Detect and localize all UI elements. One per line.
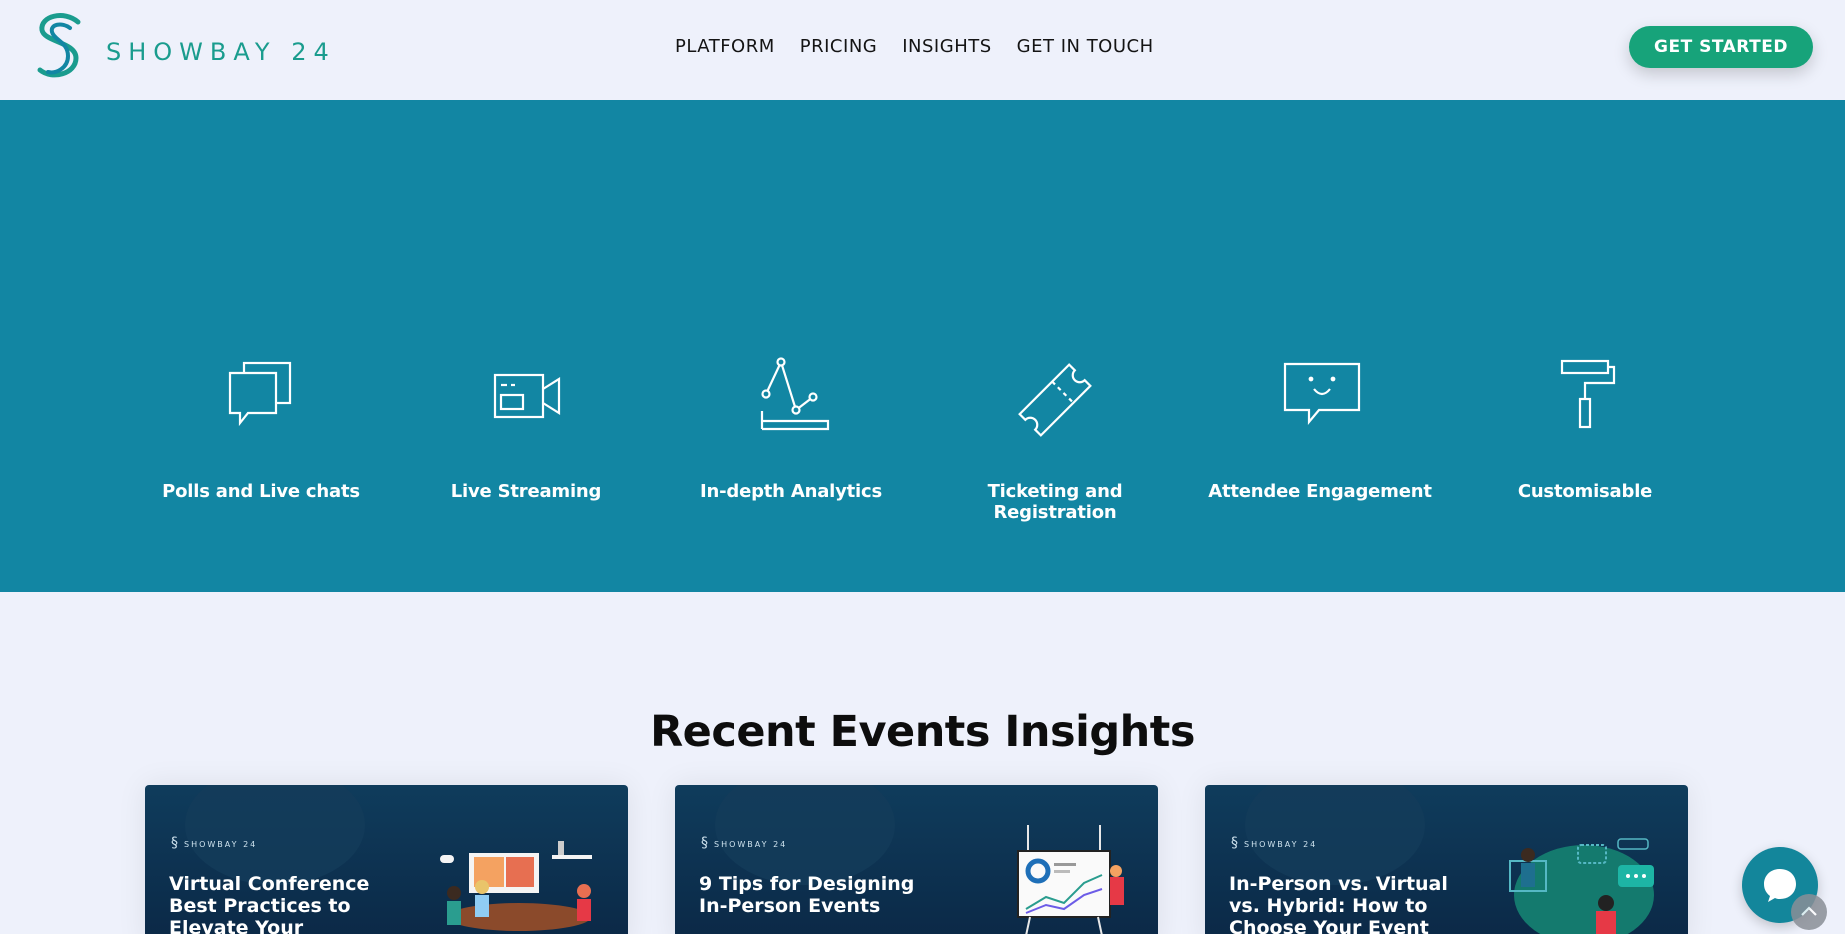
scroll-to-top-button[interactable]	[1791, 894, 1827, 930]
nav-get-in-touch[interactable]: GET IN TOUCH	[1017, 36, 1154, 57]
card-title: 9 Tips for Designing In-Person Events	[699, 873, 915, 917]
feature-label: Customisable	[1517, 481, 1653, 502]
nav-pricing[interactable]: PRICING	[800, 36, 877, 57]
hybrid-event-illustration-icon	[1509, 838, 1654, 934]
nav-insights[interactable]: INSIGHTS	[902, 36, 991, 57]
card-title: Virtual Conference Best Practices to Ele…	[169, 873, 370, 934]
site-header: SHOWBAY 24 PLATFORM PRICING INSIGHTS GET…	[0, 0, 1845, 100]
analytics-icon	[760, 357, 830, 431]
feature-label: Attendee Engagement	[1208, 481, 1432, 502]
brand-s-icon: §	[1231, 835, 1240, 851]
ticket-icon	[1018, 363, 1092, 437]
card-brand: § SHOWBAY 24	[701, 835, 788, 851]
feature-label: Polls and Live chats	[162, 481, 360, 502]
insight-card[interactable]: § SHOWBAY 24 9 Tips for Designing In-Pers…	[675, 785, 1158, 934]
features-band: Polls and Live chats Live Streaming In-d…	[0, 100, 1845, 592]
insight-card[interactable]: § SHOWBAY 24 Virtual Conference Best Prac…	[145, 785, 628, 934]
insights-title: Recent Events Insights	[650, 707, 1195, 757]
feature-label: Live Streaming	[450, 481, 602, 502]
smiley-chat-icon	[1283, 362, 1361, 426]
logo[interactable]: SHOWBAY 24	[34, 12, 336, 82]
presentation-chart-icon	[1017, 825, 1124, 934]
feature-label: In-depth Analytics	[700, 481, 882, 502]
logo-text: SHOWBAY 24	[106, 38, 336, 66]
brand-s-icon: §	[701, 835, 710, 851]
paint-roller-icon	[1560, 359, 1616, 429]
logo-s-icon	[37, 13, 81, 78]
nav-platform[interactable]: PLATFORM	[675, 36, 775, 57]
get-started-button[interactable]: GET STARTED	[1629, 26, 1813, 68]
chat-bubbles-icon	[228, 361, 292, 427]
feature-label: Ticketing and Registration	[987, 481, 1123, 523]
chevron-up-icon	[1801, 906, 1817, 916]
brand-s-icon: §	[171, 835, 180, 851]
card-brand: § SHOWBAY 24	[1231, 835, 1318, 851]
video-camera-icon	[493, 373, 561, 419]
main-nav: PLATFORM PRICING INSIGHTS GET IN TOUCH	[675, 36, 1154, 57]
insight-card[interactable]: § SHOWBAY 24 In-Person vs. Virtual vs. Hy…	[1205, 785, 1688, 934]
card-brand: § SHOWBAY 24	[171, 835, 258, 851]
card-title: In-Person vs. Virtual vs. Hybrid: How to…	[1229, 873, 1448, 934]
chat-bubble-icon	[1764, 869, 1796, 902]
meeting-illustration-icon	[440, 841, 592, 931]
